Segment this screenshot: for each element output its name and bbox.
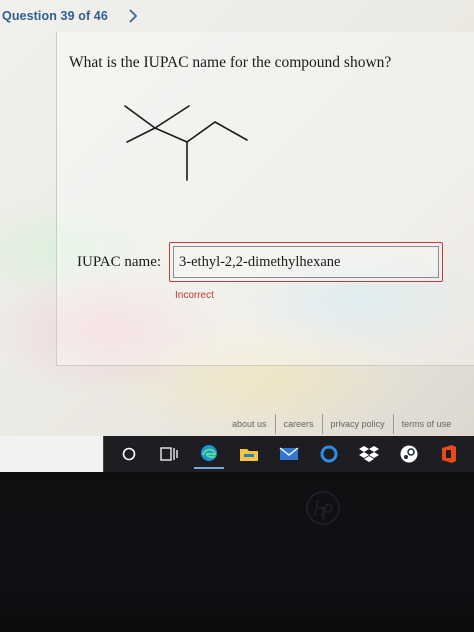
edge-icon[interactable] xyxy=(194,439,224,469)
bond-4 xyxy=(154,127,188,143)
mail-icon[interactable] xyxy=(274,439,304,469)
bond-3 xyxy=(126,127,156,143)
footer-links: about us careers privacy policy terms of… xyxy=(232,414,451,434)
browser-screen: Question 39 of 46 What is the IUPAC name… xyxy=(0,0,474,436)
footer-divider xyxy=(274,414,276,434)
question-card: What is the IUPAC name for the compound … xyxy=(56,32,474,366)
footer-divider xyxy=(392,414,394,434)
task-view-icon[interactable] xyxy=(154,439,184,469)
next-question-chevron-icon[interactable] xyxy=(124,7,142,25)
skeletal-structure-drawing xyxy=(124,105,248,181)
iupac-answer-row: IUPAC name: 3-ethyl-2,2-dimethylhexane xyxy=(77,242,444,282)
file-explorer-icon[interactable] xyxy=(234,439,264,469)
footer-divider xyxy=(321,414,323,434)
hp-logo-icon xyxy=(306,491,340,525)
cortana-icon[interactable] xyxy=(114,439,144,469)
answer-feedback: Incorrect xyxy=(175,290,214,301)
iupac-name-label: IUPAC name: xyxy=(77,253,162,270)
footer-link-terms[interactable]: terms of use xyxy=(402,419,452,429)
footer-link-privacy[interactable]: privacy policy xyxy=(331,419,385,429)
cortana-ring-icon[interactable] xyxy=(314,439,344,469)
question-nav-bar: Question 39 of 46 xyxy=(0,0,474,32)
bond-2 xyxy=(154,105,190,129)
iupac-answer-box[interactable]: 3-ethyl-2,2-dimethylhexane xyxy=(169,242,444,282)
dropbox-icon[interactable] xyxy=(354,439,384,469)
steam-icon[interactable] xyxy=(394,439,424,469)
footer-link-about[interactable]: about us xyxy=(232,419,267,429)
laptop-bezel xyxy=(0,472,474,632)
office-icon[interactable] xyxy=(434,439,464,469)
question-prompt: What is the IUPAC name for the compound … xyxy=(69,54,392,71)
taskbar-search-box[interactable] xyxy=(0,436,104,472)
bond-1 xyxy=(124,105,156,129)
iupac-answer-input[interactable]: 3-ethyl-2,2-dimethylhexane xyxy=(173,246,440,278)
question-counter: Question 39 of 46 xyxy=(2,9,108,23)
windows-taskbar xyxy=(0,436,474,472)
footer-link-careers[interactable]: careers xyxy=(284,419,314,429)
bond-6 xyxy=(186,121,216,143)
bond-7 xyxy=(214,121,248,141)
